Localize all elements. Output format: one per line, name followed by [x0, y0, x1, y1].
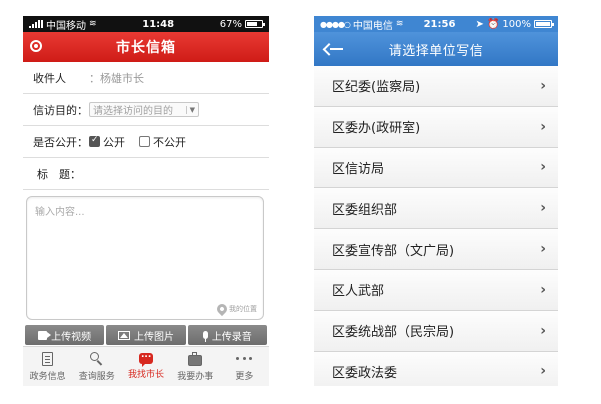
- chevron-right-icon: ›: [540, 77, 546, 94]
- tab-label: 查询服务: [78, 371, 115, 382]
- document-icon: [42, 351, 54, 366]
- clock: 11:48: [142, 18, 175, 30]
- upload-image-label: 上传图片: [133, 331, 174, 343]
- public-no-option[interactable]: 不公开: [139, 134, 186, 150]
- chevron-down-icon: ▼: [185, 105, 195, 114]
- department-name: 区委办(政研室): [332, 121, 421, 137]
- public-label: 是否公开：: [33, 135, 88, 149]
- bottom-tab-bar: 政务信息 查询服务 我找市长 我要办事 更多: [23, 346, 269, 386]
- checkbox-unchecked-icon[interactable]: [139, 136, 150, 147]
- tab-label: 更多: [235, 371, 254, 382]
- purpose-row: 信访目的： 请选择访问的目的 ▼: [23, 94, 269, 126]
- status-bar: 中国移动 ≋ 11:48 67%: [23, 16, 269, 32]
- location-pin-icon: [214, 301, 230, 317]
- subject-label: 标 题：: [37, 167, 81, 181]
- list-item[interactable]: 区委政法委 ›: [314, 351, 558, 386]
- mayor-mailbox-screen: 中国移动 ≋ 11:48 67% 市长信箱 收件人 ：杨雄市长 信访目的： 请选…: [23, 16, 269, 386]
- recipient-row: 收件人 ：杨雄市长: [23, 62, 269, 94]
- picture-icon: [117, 330, 130, 340]
- tab-find-mayor[interactable]: 我找市长: [121, 347, 170, 386]
- video-camera-icon: [38, 330, 52, 340]
- location-arrow-icon: ➤: [475, 18, 484, 30]
- department-name: 区委宣传部（文广局): [332, 243, 455, 259]
- list-item[interactable]: 区委统战部（民宗局) ›: [314, 310, 558, 352]
- upload-audio-button[interactable]: 上传录音: [187, 325, 267, 345]
- select-department-screen: ●●●●○ 中国电信 ≋ 21:56 ➤ ⏰ 100% 请选择单位写信 区纪委(…: [314, 16, 558, 386]
- list-item[interactable]: 区纪委(监察局) ›: [314, 66, 558, 107]
- tab-label: 我找市长: [128, 370, 165, 380]
- public-row: 是否公开： 公开 不公开: [23, 126, 269, 158]
- chevron-right-icon: ›: [540, 118, 546, 135]
- battery-percent: 67%: [219, 18, 242, 30]
- purpose-placeholder: 请选择访问的目的: [93, 106, 173, 117]
- signal-dots-icon: ●●●●○: [320, 19, 351, 29]
- public-yes-option[interactable]: 公开: [89, 134, 125, 150]
- app-header: 市长信箱: [23, 32, 269, 62]
- purpose-label: 信访目的：: [33, 103, 88, 117]
- signal-icon: [29, 20, 43, 28]
- recipient-value: ：杨雄市长: [89, 71, 144, 85]
- back-arrow-icon[interactable]: [328, 43, 344, 55]
- page-title: 请选择单位写信: [388, 43, 484, 59]
- content-textarea[interactable]: 输入内容... 我的位置: [26, 196, 264, 320]
- more-icon: [236, 352, 253, 366]
- department-list: 区纪委(监察局) › 区委办(政研室) › 区信访局 › 区委组织部 › 区委宣…: [314, 66, 558, 386]
- wifi-icon: ≋: [395, 19, 404, 29]
- department-name: 区纪委(监察局): [332, 80, 421, 96]
- location-label: 我的位置: [229, 305, 257, 313]
- subject-row[interactable]: 标 题：: [23, 158, 269, 190]
- checkbox-checked-icon[interactable]: [89, 135, 100, 147]
- upload-image-button[interactable]: 上传图片: [106, 325, 186, 345]
- alarm-icon: ⏰: [486, 18, 500, 30]
- battery-icon: [533, 20, 554, 28]
- tab-label: 政务信息: [29, 371, 66, 382]
- clock: 21:56: [423, 18, 456, 30]
- tab-query-service[interactable]: 查询服务: [72, 347, 121, 386]
- list-item[interactable]: 区人武部 ›: [314, 269, 558, 311]
- battery-icon: [245, 20, 265, 28]
- content-placeholder: 输入内容...: [35, 207, 85, 218]
- chat-icon: [139, 350, 153, 367]
- chevron-right-icon: ›: [540, 200, 546, 217]
- list-item[interactable]: 区委宣传部（文广局) ›: [314, 229, 558, 270]
- department-name: 区人武部: [332, 284, 385, 300]
- tab-label: 我要办事: [177, 371, 214, 382]
- carrier: 中国移动: [46, 20, 86, 32]
- upload-video-label: 上传视频: [51, 331, 92, 343]
- list-item[interactable]: 区委组织部 ›: [314, 188, 558, 230]
- chevron-right-icon: ›: [540, 241, 546, 258]
- public-no-label: 不公开: [153, 135, 186, 149]
- status-bar: ●●●●○ 中国电信 ≋ 21:56 ➤ ⏰ 100%: [314, 16, 558, 32]
- chevron-right-icon: ›: [540, 363, 546, 380]
- department-name: 区委统战部（民宗局): [332, 325, 455, 341]
- chevron-right-icon: ›: [540, 281, 546, 298]
- department-name: 区委组织部: [332, 202, 398, 218]
- recipient-label: 收件人: [33, 71, 66, 85]
- tab-gov-info[interactable]: 政务信息: [23, 347, 72, 386]
- search-icon: [89, 351, 104, 366]
- upload-video-button[interactable]: 上传视频: [25, 325, 105, 345]
- briefcase-icon: [188, 351, 203, 366]
- tab-services[interactable]: 我要办事: [171, 347, 220, 386]
- upload-audio-label: 上传录音: [211, 331, 252, 343]
- list-item[interactable]: 区信访局 ›: [314, 147, 558, 189]
- wifi-icon: ≋: [89, 19, 97, 29]
- my-location-button[interactable]: 我的位置: [214, 301, 257, 317]
- battery-percent: 100%: [502, 18, 531, 30]
- back-icon[interactable]: [30, 40, 42, 52]
- list-item[interactable]: 区委办(政研室) ›: [314, 106, 558, 148]
- department-name: 区委政法委: [332, 365, 398, 381]
- app-header: 请选择单位写信: [314, 32, 558, 66]
- purpose-select[interactable]: 请选择访问的目的 ▼: [89, 102, 199, 117]
- upload-toolbar: 上传视频 上传图片 上传录音: [23, 325, 269, 345]
- department-name: 区信访局: [332, 161, 385, 177]
- chevron-right-icon: ›: [540, 159, 546, 176]
- carrier: 中国电信: [352, 20, 393, 32]
- microphone-icon: [202, 331, 208, 342]
- tab-more[interactable]: 更多: [220, 347, 269, 386]
- page-title: 市长信箱: [116, 40, 176, 56]
- chevron-right-icon: ›: [540, 322, 546, 339]
- public-yes-label: 公开: [103, 135, 125, 149]
